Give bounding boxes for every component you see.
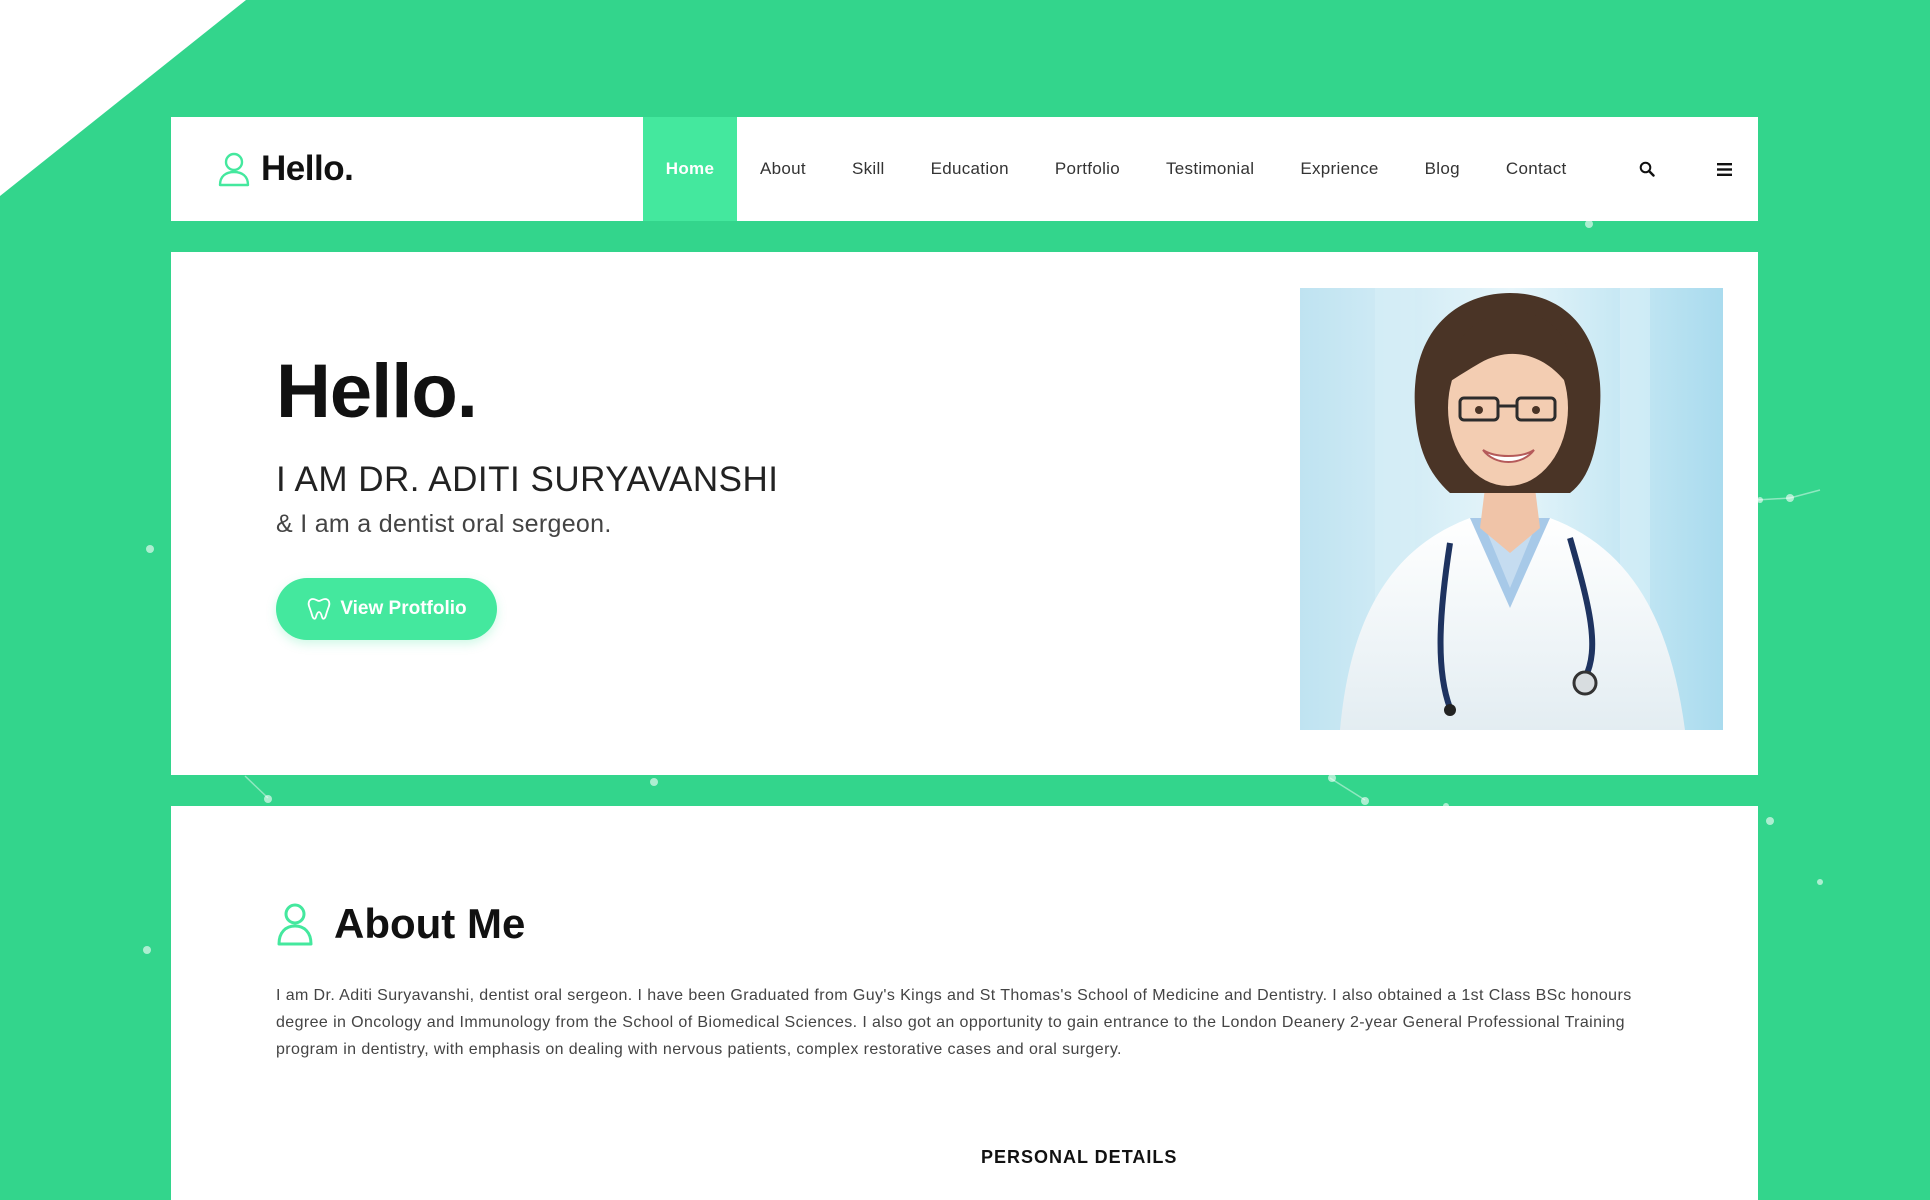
view-portfolio-label: View Protfolio xyxy=(340,598,467,619)
nav-item-portfolio[interactable]: Portfolio xyxy=(1032,117,1143,221)
navbar: Hello. Home About Skill Education Portfo… xyxy=(171,117,1758,221)
search-button[interactable] xyxy=(1618,117,1676,221)
hero-subtitle: & I am a dentist oral sergeon. xyxy=(276,510,612,538)
nav-item-testimonial[interactable]: Testimonial xyxy=(1143,117,1277,221)
nav-item-education[interactable]: Education xyxy=(908,117,1032,221)
main-nav: Home About Skill Education Portfolio Tes… xyxy=(643,117,1758,221)
user-outline-icon xyxy=(277,903,313,946)
hero-section: Hello. I AM DR. ADITI SURYAVANSHI & I am… xyxy=(171,252,1758,775)
personal-details-title: PERSONAL DETAILS xyxy=(981,1147,1178,1167)
nav-item-home[interactable]: Home xyxy=(643,117,737,221)
hamburger-menu-icon xyxy=(1717,162,1733,176)
about-section: About Me I am Dr. Aditi Suryavanshi, den… xyxy=(171,806,1758,1200)
about-header: About Me xyxy=(276,902,525,946)
hero-title: Hello. xyxy=(276,349,478,434)
tooth-icon xyxy=(308,598,331,620)
user-outline-icon xyxy=(218,152,250,187)
nav-item-blog[interactable]: Blog xyxy=(1402,117,1483,221)
doctor-portrait xyxy=(1300,288,1723,730)
hero-name: I AM DR. ADITI SURYAVANSHI xyxy=(276,460,779,499)
nav-item-contact[interactable]: Contact xyxy=(1483,117,1590,221)
view-portfolio-button[interactable]: View Protfolio xyxy=(276,578,497,640)
nav-item-skill[interactable]: Skill xyxy=(829,117,908,221)
search-icon xyxy=(1639,161,1655,177)
about-title: About Me xyxy=(334,900,526,947)
brand-logo[interactable]: Hello. xyxy=(171,117,643,221)
nav-item-exprience[interactable]: Exprience xyxy=(1277,117,1401,221)
nav-item-about[interactable]: About xyxy=(737,117,829,221)
menu-button[interactable] xyxy=(1696,117,1754,221)
brand-text: Hello. xyxy=(261,149,354,188)
about-description: I am Dr. Aditi Suryavanshi, dentist oral… xyxy=(276,987,1632,1058)
